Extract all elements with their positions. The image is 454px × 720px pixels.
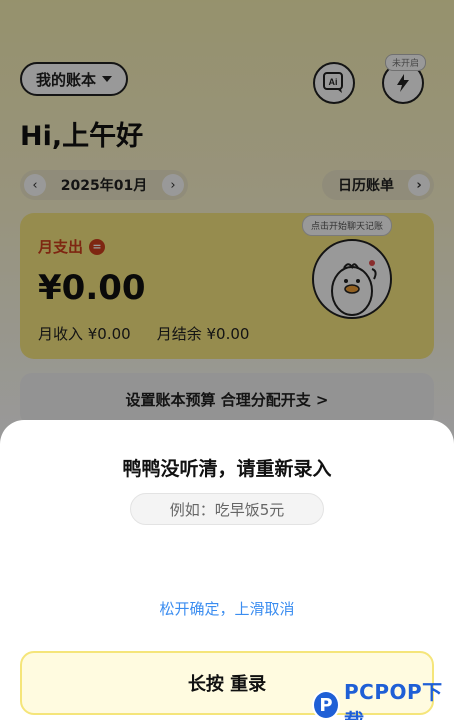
voice-input-sheet: 鸭鸭没听清，请重新录入 例如：吃早饭5元 松开确定，上滑取消 长按 重录 [0, 420, 454, 720]
watermark-text: PCPOP下载 [344, 680, 443, 720]
sheet-title: 鸭鸭没听清，请重新录入 [122, 458, 332, 480]
watermark: P PCPOP下载 [312, 676, 454, 720]
watermark-logo-icon: P [312, 690, 340, 720]
example-hint: 例如：吃早饭5元 [130, 493, 324, 525]
release-hint: 松开确定，上滑取消 [159, 600, 295, 618]
